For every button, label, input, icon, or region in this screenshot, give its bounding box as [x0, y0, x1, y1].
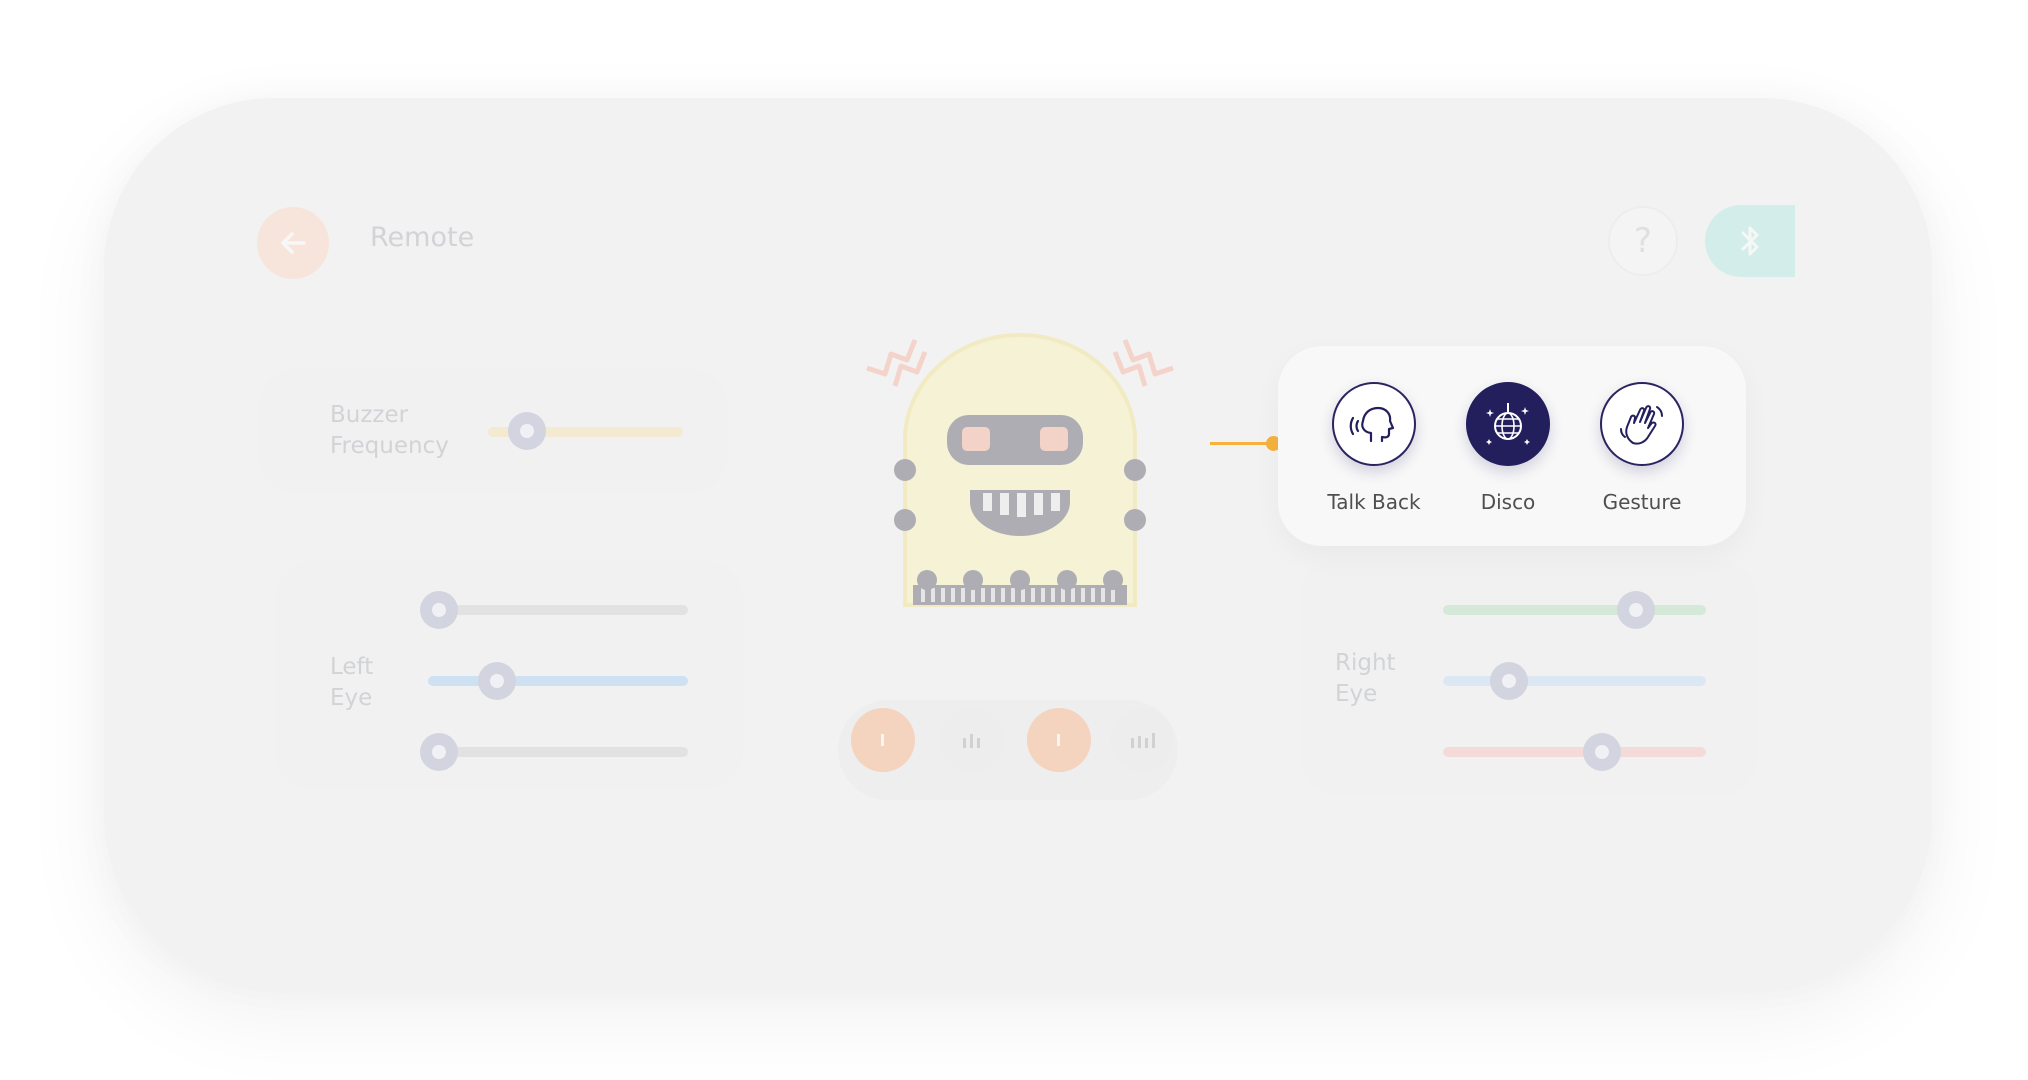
help-icon: ?: [1633, 221, 1653, 261]
mode-gesture[interactable]: Gesture: [1572, 382, 1712, 514]
back-button[interactable]: [257, 207, 329, 279]
left-eye-blue-knob[interactable]: [478, 662, 516, 700]
mode-talk-back[interactable]: Talk Back: [1304, 382, 1444, 514]
disco-ball-icon: [1486, 403, 1530, 445]
robot-left-eye: [962, 427, 990, 451]
robot-right-eye: [1040, 427, 1068, 451]
right-eye-green-track[interactable]: [1443, 605, 1706, 615]
bars-icon: [1131, 733, 1155, 748]
action-button-4[interactable]: [1110, 708, 1174, 772]
right-eye-red-knob[interactable]: [1583, 733, 1621, 771]
left-eye-red-knob[interactable]: [420, 591, 458, 629]
left-eye-label: Left Eye: [330, 652, 373, 714]
right-eye-label-line1: Right: [1335, 650, 1396, 676]
robot-body: [903, 333, 1137, 607]
gesture-button[interactable]: [1600, 382, 1684, 466]
left-eye-label-line1: Left: [330, 654, 374, 680]
action-button-1[interactable]: [851, 708, 915, 772]
bar-icon: [1057, 734, 1060, 746]
right-eye-blue-knob[interactable]: [1490, 662, 1528, 700]
buzzer-label: Buzzer Frequency: [330, 400, 449, 462]
action-button-2[interactable]: [940, 708, 1004, 772]
bluetooth-button[interactable]: [1705, 205, 1795, 277]
right-eye-green-knob[interactable]: [1617, 591, 1655, 629]
right-eye-label: Right Eye: [1335, 648, 1396, 710]
talking-head-icon: [1349, 406, 1395, 443]
talk-back-button[interactable]: [1332, 382, 1416, 466]
disco-button[interactable]: [1466, 382, 1550, 466]
buzzer-slider-knob[interactable]: [508, 412, 546, 450]
bluetooth-icon: [1741, 226, 1759, 256]
help-button[interactable]: ?: [1608, 206, 1678, 276]
left-eye-label-line2: Eye: [330, 685, 373, 711]
robot-image: [866, 333, 1174, 607]
waving-hand-icon: [1620, 405, 1663, 445]
left-eye-third-track[interactable]: [428, 747, 688, 757]
buzzer-label-line1: Buzzer: [330, 402, 409, 428]
disco-label: Disco: [1480, 490, 1536, 514]
right-eye-blue-track[interactable]: [1443, 676, 1706, 686]
right-eye-label-line2: Eye: [1335, 681, 1378, 707]
gesture-label: Gesture: [1602, 490, 1682, 514]
buzzer-label-line2: Frequency: [330, 433, 449, 459]
left-eye-blue-track[interactable]: [428, 676, 688, 686]
mode-selector-panel: Talk Back Disco Gesture: [1278, 346, 1746, 546]
arrow-left-icon: [281, 232, 306, 254]
talk-back-label: Talk Back: [1327, 490, 1421, 514]
page-title: Remote: [370, 222, 475, 253]
right-eye-red-track[interactable]: [1443, 747, 1706, 757]
tour-connector-line: [1210, 442, 1272, 445]
left-eye-third-knob[interactable]: [420, 733, 458, 771]
action-button-3[interactable]: [1027, 708, 1091, 772]
mode-disco[interactable]: Disco: [1438, 382, 1578, 514]
left-eye-red-track[interactable]: [428, 605, 688, 615]
bar-icon: [881, 734, 884, 746]
bars-icon: [963, 734, 980, 748]
